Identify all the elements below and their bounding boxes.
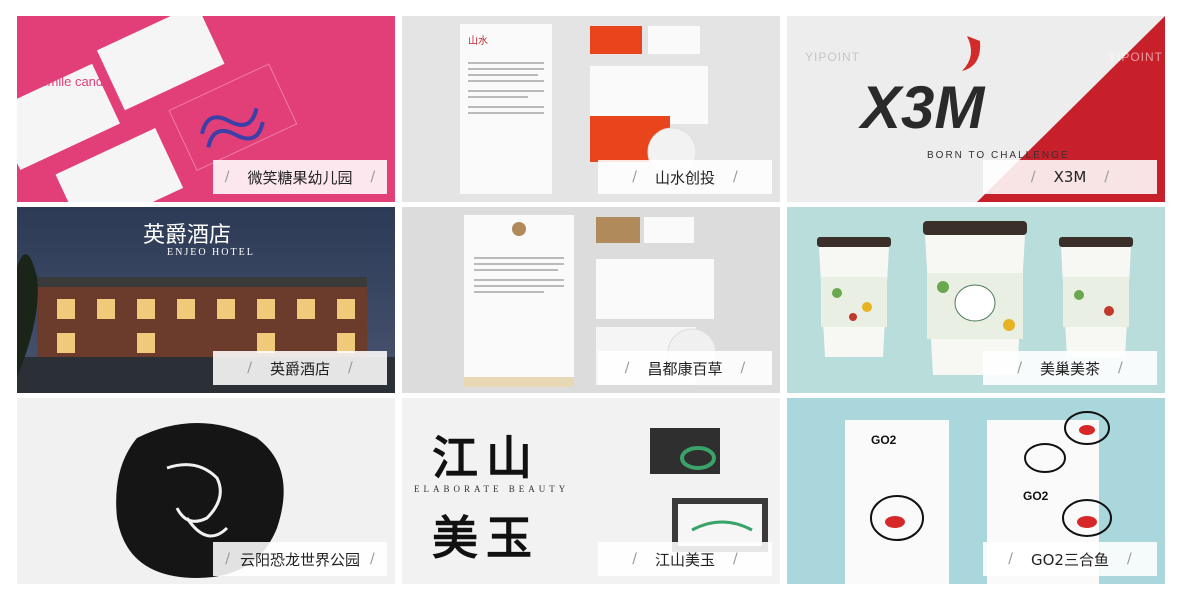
svg-text:山水: 山水 [468, 35, 488, 47]
go2-logo-text: GO2 [871, 433, 897, 447]
x3m-logo-text: X3M [858, 74, 986, 141]
tile-caption: / 山水创投 / [598, 160, 772, 194]
tile-title: 江山美玉 [654, 550, 715, 569]
hotel-sign-en: ENJEO HOTEL [167, 247, 255, 258]
tile-caption: / GO2三合鱼 / [983, 542, 1157, 576]
tile-title: 美巢美茶 [1039, 359, 1100, 378]
art-title-line1: 江山 [432, 431, 540, 485]
portfolio-tile-x3m[interactable]: X3M BORN TO CHALLENGE YIPOINT YIPOINT / X… [787, 16, 1165, 202]
portfolio-tile-changdu[interactable]: / 昌都康百草 / [402, 207, 780, 393]
go2-logo-text: GO2 [1023, 489, 1049, 503]
tile-title: 云阳恐龙世界公园 [239, 550, 360, 569]
tile-caption: / 美巢美茶 / [983, 351, 1157, 385]
portfolio-tile-yunyang-dinosaur[interactable]: / 云阳恐龙世界公园 / [17, 398, 395, 584]
watermark: YIPOINT [1107, 50, 1163, 64]
art-title-line2: 美玉 [432, 511, 540, 565]
tile-title: 微笑糖果幼儿园 [247, 168, 353, 187]
portfolio-tile-meichao[interactable]: / 美巢美茶 / [787, 207, 1165, 393]
tile-caption: / 英爵酒店 / [213, 351, 387, 385]
tile-caption: / 江山美玉 / [598, 542, 772, 576]
tile-caption: / 微笑糖果幼儿园 / [213, 160, 387, 194]
tile-title: 山水创投 [654, 168, 715, 187]
tile-title: 昌都康百草 [647, 359, 723, 378]
portfolio-tile-weixiao-tangguo[interactable]: smile candy / 微笑糖果幼儿园 / [17, 16, 395, 202]
tile-caption: / 昌都康百草 / [598, 351, 772, 385]
portfolio-grid: smile candy / 微笑糖果幼儿园 / 山水 / 山水创投 / X3M … [0, 0, 1180, 600]
portfolio-tile-go2[interactable]: GO2 GO2 /GO2三合鱼 / [787, 398, 1165, 584]
art-subtitle: ELABORATE BEAUTY [414, 484, 570, 494]
hotel-sign-cn: 英爵酒店 [143, 223, 232, 248]
portfolio-tile-shanshui[interactable]: 山水 / 山水创投 / [402, 16, 780, 202]
portfolio-tile-jiangshan-meiyu[interactable]: 江山 ELABORATE BEAUTY 美玉 / 江山美玉 / [402, 398, 780, 584]
tile-caption: / X3M / [983, 160, 1157, 194]
tile-title: X3M [1053, 168, 1087, 186]
portfolio-tile-yingjue-hotel[interactable]: 英爵酒店 ENJEO HOTEL / 英爵酒店 / [17, 207, 395, 393]
smile-candy-text: smile candy [41, 74, 110, 89]
tile-title: 英爵酒店 [269, 359, 330, 378]
watermark: YIPOINT [805, 50, 861, 64]
tile-caption: / 云阳恐龙世界公园 / [213, 542, 387, 576]
tile-title: GO2三合鱼 [1031, 550, 1109, 569]
